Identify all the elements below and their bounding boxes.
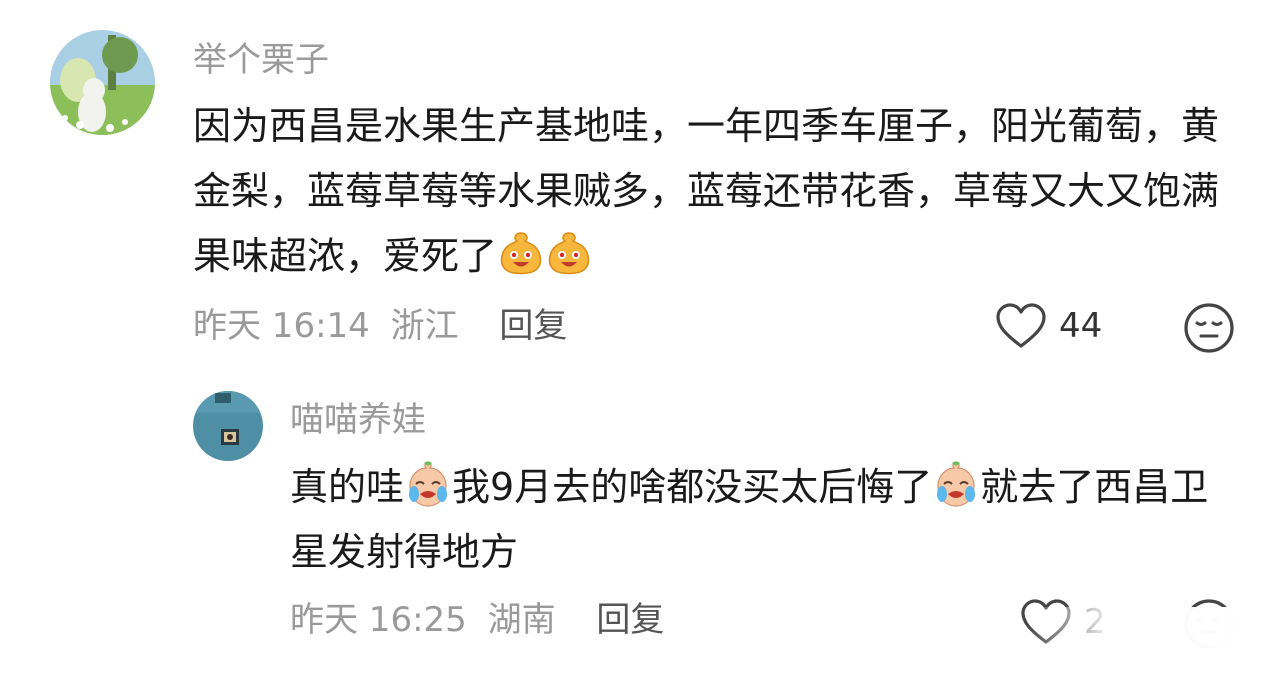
- comment-text-part: 真的哇: [290, 465, 405, 509]
- heart-icon: [996, 303, 1046, 348]
- laughing-bag-emoji: [500, 232, 542, 275]
- like-count: 44: [1059, 306, 1103, 346]
- avatar-image: [193, 391, 263, 461]
- crying-face-emoji: [409, 461, 448, 507]
- laughing-bag-emoji: [548, 232, 590, 275]
- comment-meta: 昨天 16:25 湖南 回复: [290, 600, 664, 640]
- reply-button[interactable]: 回复: [499, 306, 567, 346]
- meh-face-icon: [1184, 303, 1234, 353]
- avatar-image: [50, 30, 155, 135]
- comment-location: 湖南: [487, 600, 556, 640]
- comment-meta: 昨天 16:14 浙江 回复: [193, 306, 567, 346]
- comment-item: 举个栗子 因为西昌是水果生产基地哇，一年四季车厘子，阳光葡萄，黄金梨，蓝莓草莓等…: [0, 0, 1284, 360]
- avatar[interactable]: [193, 391, 263, 461]
- comment-text-body: 因为西昌是水果生产基地哇，一年四季车厘子，阳光葡萄，黄金梨，蓝莓草莓等水果贼多，…: [193, 104, 1220, 278]
- dislike-button[interactable]: [1183, 302, 1235, 358]
- bottom-fade-overlay: [1026, 607, 1266, 671]
- avatar[interactable]: [50, 30, 155, 135]
- reply-button[interactable]: 回复: [596, 600, 664, 640]
- comment-text-part: 我9月去的啥都没买太后悔了: [452, 465, 933, 509]
- comment-text: 因为西昌是水果生产基地哇，一年四季车厘子，阳光葡萄，黄金梨，蓝莓草莓等水果贼多，…: [193, 94, 1253, 289]
- comment-date: 昨天 16:25: [290, 600, 467, 640]
- comment-location: 浙江: [390, 306, 459, 346]
- crying-face-emoji: [937, 461, 976, 507]
- comment-text: 真的哇 我9月去的啥都没买太后悔了 就去了西昌卫星发射得地方: [290, 455, 1240, 585]
- username[interactable]: 喵喵养娃: [290, 400, 426, 440]
- like-button[interactable]: 44: [995, 302, 1102, 350]
- username[interactable]: 举个栗子: [193, 40, 329, 80]
- comment-date: 昨天 16:14: [193, 306, 370, 346]
